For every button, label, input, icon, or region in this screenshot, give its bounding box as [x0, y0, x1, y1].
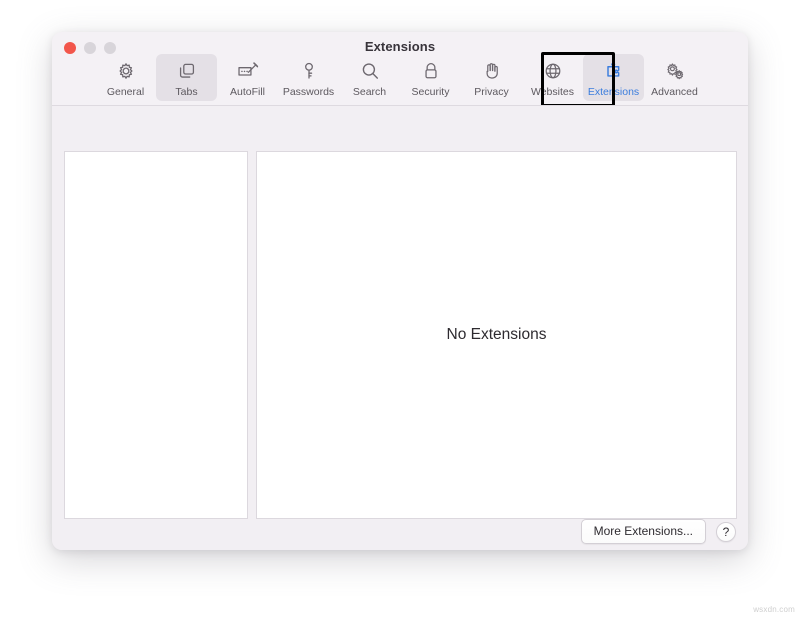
toolbar-tab-label: Security: [411, 86, 450, 98]
lock-icon: [420, 58, 442, 83]
toolbar-tab-label: Advanced: [651, 86, 698, 98]
toolbar-tab-label: Privacy: [474, 86, 509, 98]
watermark: wsxdn.com: [753, 605, 795, 614]
window-titlebar: Extensions General Tabs AutoFill Passwor…: [52, 32, 748, 107]
toolbar-tab-label: Extensions: [587, 86, 640, 98]
toolbar-tab-label: Passwords: [282, 86, 335, 98]
toolbar-tab-advanced[interactable]: Advanced: [644, 54, 705, 101]
extensions-list-panel[interactable]: [64, 151, 248, 519]
preferences-content: No Extensions More Extensions... ?: [52, 106, 748, 550]
toolbar-tab-websites[interactable]: Websites: [522, 54, 583, 101]
toolbar-tab-search[interactable]: Search: [339, 54, 400, 101]
magnifier-icon: [359, 58, 381, 83]
more-extensions-button[interactable]: More Extensions...: [580, 519, 706, 544]
window-footer: More Extensions... ?: [580, 519, 736, 544]
toolbar-tab-tabs[interactable]: Tabs: [156, 54, 217, 101]
toolbar-tab-label: Search: [352, 86, 387, 98]
tabs-icon: [176, 58, 198, 83]
window-title: Extensions: [364, 39, 436, 54]
globe-icon: [542, 58, 564, 83]
toolbar-tab-passwords[interactable]: Passwords: [278, 54, 339, 101]
key-icon: [298, 58, 320, 83]
preferences-toolbar: General Tabs AutoFill Passwords Search S…: [52, 54, 748, 101]
toolbar-tab-extensions[interactable]: Extensions: [583, 54, 644, 101]
toolbar-tab-label: General: [106, 86, 145, 98]
hand-icon: [481, 58, 503, 83]
toolbar-tab-label: AutoFill: [229, 86, 265, 98]
help-button[interactable]: ?: [716, 521, 736, 542]
toolbar-tab-general[interactable]: General: [95, 54, 156, 101]
toolbar-tab-label: Websites: [531, 86, 574, 98]
puzzle-icon: [602, 58, 625, 83]
autofill-icon: [236, 58, 260, 83]
toolbar-tab-autofill[interactable]: AutoFill: [217, 54, 278, 101]
toolbar-tab-privacy[interactable]: Privacy: [461, 54, 522, 101]
preferences-window: Extensions General Tabs AutoFill Passwor…: [52, 32, 748, 550]
toolbar-tab-label: Tabs: [175, 86, 198, 98]
extension-detail-panel: No Extensions: [256, 151, 737, 519]
toolbar-tab-security[interactable]: Security: [400, 54, 461, 101]
gear-icon: [115, 58, 137, 83]
no-extensions-message: No Extensions: [446, 326, 547, 343]
gears-icon: [663, 58, 687, 83]
